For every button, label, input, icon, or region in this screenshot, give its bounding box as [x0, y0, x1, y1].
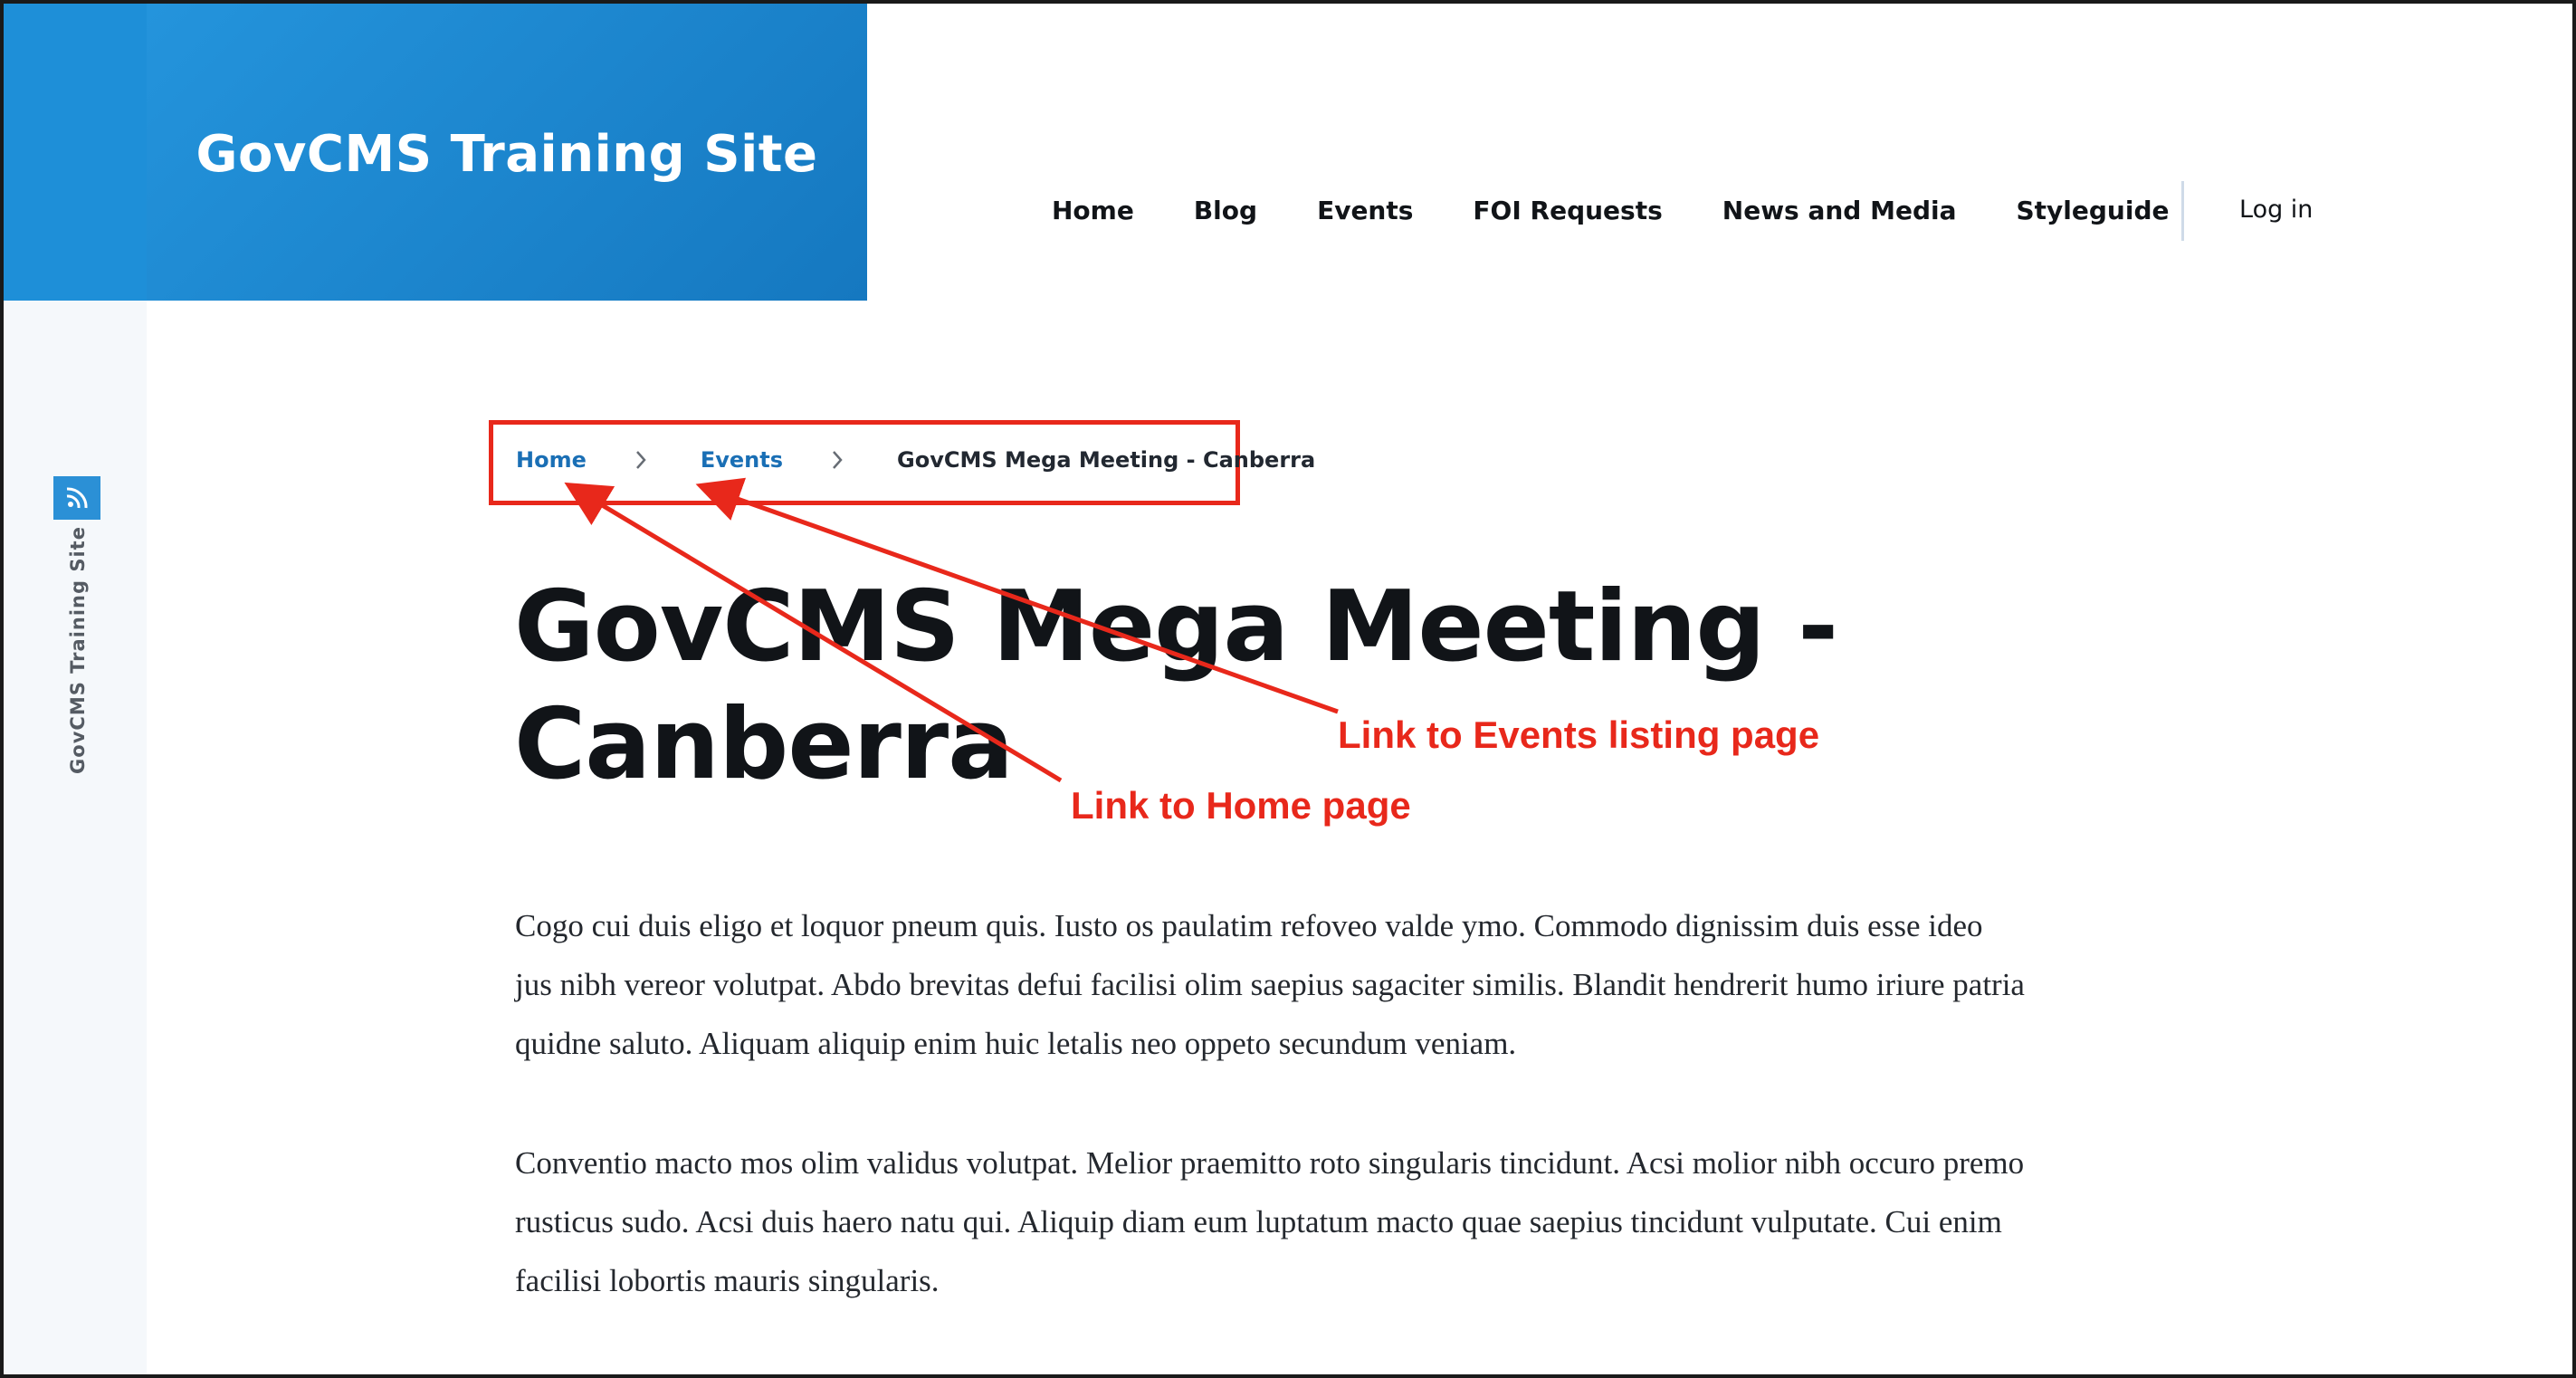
nav-item-foi-requests[interactable]: FOI Requests — [1473, 196, 1662, 225]
breadcrumb-events-link[interactable]: Events — [701, 447, 783, 473]
site-logo-block[interactable]: GovCMS Training Site — [147, 4, 867, 301]
chevron-right-icon — [816, 449, 859, 471]
vertical-sidebar: GovCMS Training Site — [4, 4, 147, 1374]
page-title-line-1: GovCMS Mega Meeting - — [514, 570, 1838, 684]
nav-item-news-and-media[interactable]: News and Media — [1722, 196, 1957, 225]
chevron-right-icon — [619, 449, 663, 471]
nav-divider — [2181, 181, 2184, 241]
rss-feed-icon[interactable] — [53, 476, 100, 520]
nav-item-blog[interactable]: Blog — [1194, 196, 1257, 225]
home-annotation-label: Link to Home page — [1071, 784, 1411, 827]
main-navigation: Home Blog Events FOI Requests News and M… — [1052, 194, 2228, 226]
nav-item-events[interactable]: Events — [1317, 196, 1413, 225]
page-title: GovCMS Mega Meeting - Canberra — [514, 569, 2053, 804]
site-name[interactable]: GovCMS Training Site — [196, 125, 817, 184]
body-paragraph-2: Conventio macto mos olim validus volutpa… — [515, 1145, 2025, 1298]
breadcrumb-home-link[interactable]: Home — [516, 447, 587, 473]
nav-item-home[interactable]: Home — [1052, 196, 1134, 225]
sidebar-site-label: GovCMS Training Site — [67, 526, 89, 774]
breadcrumb: Home Events GovCMS Mega Meeting - Canber… — [516, 447, 1315, 473]
events-annotation-label: Link to Events listing page — [1338, 713, 1820, 756]
body-paragraph-1: Cogo cui duis eligo et loquor pneum quis… — [515, 908, 2025, 1061]
page-title-line-2: Canberra — [514, 688, 1014, 801]
login-link[interactable]: Log in — [2239, 196, 2313, 224]
sidebar-brand-strip — [4, 4, 147, 301]
breadcrumb-current-page: GovCMS Mega Meeting - Canberra — [897, 447, 1316, 473]
nav-item-styleguide[interactable]: Styleguide — [2016, 196, 2169, 225]
